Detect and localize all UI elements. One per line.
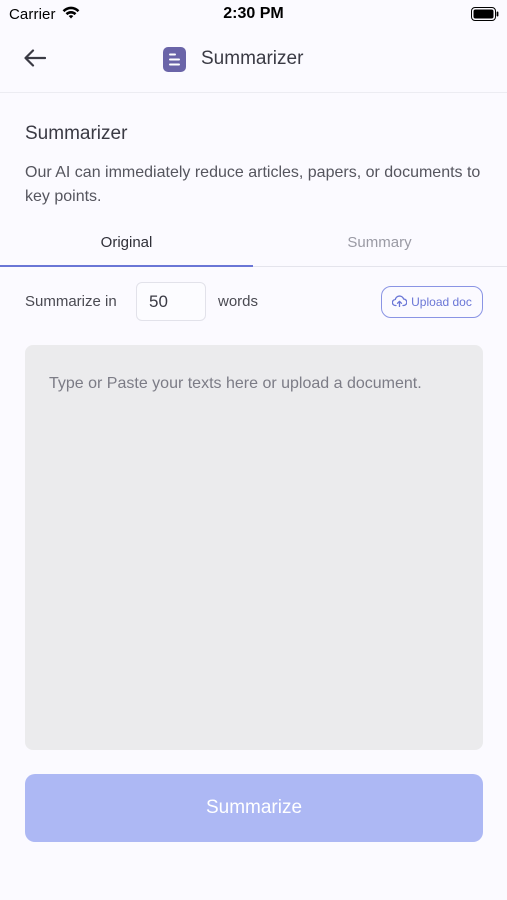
battery-icon: [471, 7, 499, 26]
tab-original[interactable]: Original: [0, 218, 253, 267]
word-count-input[interactable]: [136, 282, 206, 321]
text-input-area[interactable]: [25, 345, 483, 750]
status-bar: Carrier 2:30 PM: [0, 0, 507, 30]
arrow-left-icon: [24, 48, 47, 72]
upload-doc-label: Upload doc: [411, 295, 472, 309]
tab-summary[interactable]: Summary: [253, 218, 506, 267]
summarize-in-label: Summarize in: [25, 293, 117, 310]
page-description: Our AI can immediately reduce articles, …: [25, 164, 481, 205]
status-time: 2:30 PM: [223, 5, 284, 22]
cloud-upload-icon: [391, 294, 408, 310]
active-tab-indicator: [0, 265, 253, 267]
nav-bar: Summarizer: [0, 30, 507, 93]
back-button[interactable]: [20, 46, 50, 74]
upload-doc-button[interactable]: Upload doc: [381, 286, 483, 318]
words-label: words: [218, 293, 259, 310]
summarize-button[interactable]: Summarize: [25, 774, 483, 842]
word-count-row: Summarize in words Upload doc: [0, 282, 507, 322]
nav-title: Summarizer: [201, 48, 304, 69]
document-icon: [163, 47, 186, 77]
tab-bar: Original Summary: [0, 218, 507, 267]
page-title: Summarizer: [25, 123, 128, 144]
